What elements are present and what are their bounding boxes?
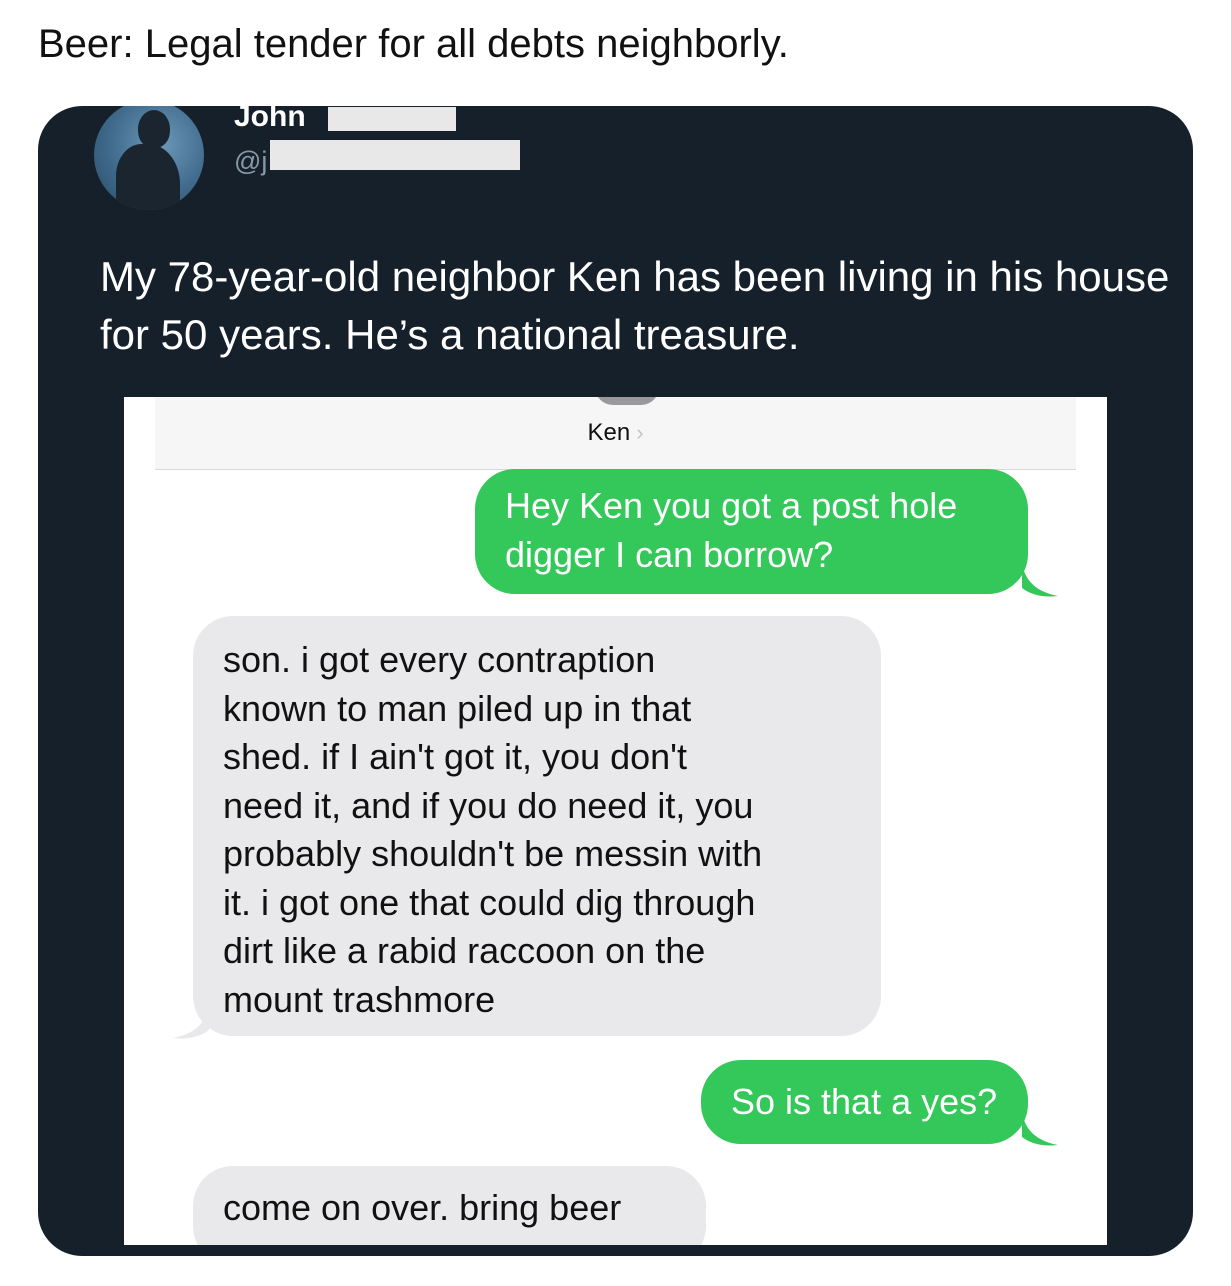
tweet-handle[interactable]: @j <box>234 146 267 177</box>
tweet-card: John @j My 78-year-old neighbor Ken has … <box>38 106 1193 1256</box>
message-bubble-sent: Hey Ken you got a post hole digger I can… <box>475 469 1028 594</box>
avatar-silhouette-body <box>116 144 180 210</box>
contact-name: Ken <box>587 419 631 446</box>
message-bubble-sent: So is that a yes? <box>701 1060 1028 1144</box>
tweet-text: My 78-year-old neighbor Ken has been liv… <box>100 253 1170 358</box>
message-text: So is that a yes? <box>731 1081 998 1122</box>
contact-avatar-icon <box>595 397 659 405</box>
bubble-tail-icon <box>173 1004 209 1039</box>
conversation-header: Ken › <box>155 397 1076 470</box>
post-caption: Beer: Legal tender for all debts neighbo… <box>38 22 789 66</box>
message-text: son. i got every contraption known to ma… <box>223 639 763 1020</box>
bubble-tail-icon <box>1022 562 1058 597</box>
name-redaction-bar <box>328 107 456 131</box>
avatar-silhouette-head <box>138 110 170 148</box>
bubble-tail-icon <box>1022 1111 1058 1146</box>
avatar[interactable] <box>94 106 204 210</box>
handle-redaction-bar <box>270 140 520 170</box>
tweet-display-name[interactable]: John <box>234 106 306 134</box>
message-bubble-received: come on over. bring beer <box>193 1166 706 1245</box>
message-text: Hey Ken you got a post hole digger I can… <box>505 485 958 575</box>
message-text: come on over. bring beer <box>223 1187 622 1228</box>
contact-name-button[interactable]: Ken › <box>155 419 1076 447</box>
chevron-right-icon: › <box>636 420 644 445</box>
message-bubble-received: son. i got every contraption known to ma… <box>193 616 881 1036</box>
imessage-screenshot: Ken › Hey Ken you got a post hole digger … <box>124 397 1107 1245</box>
